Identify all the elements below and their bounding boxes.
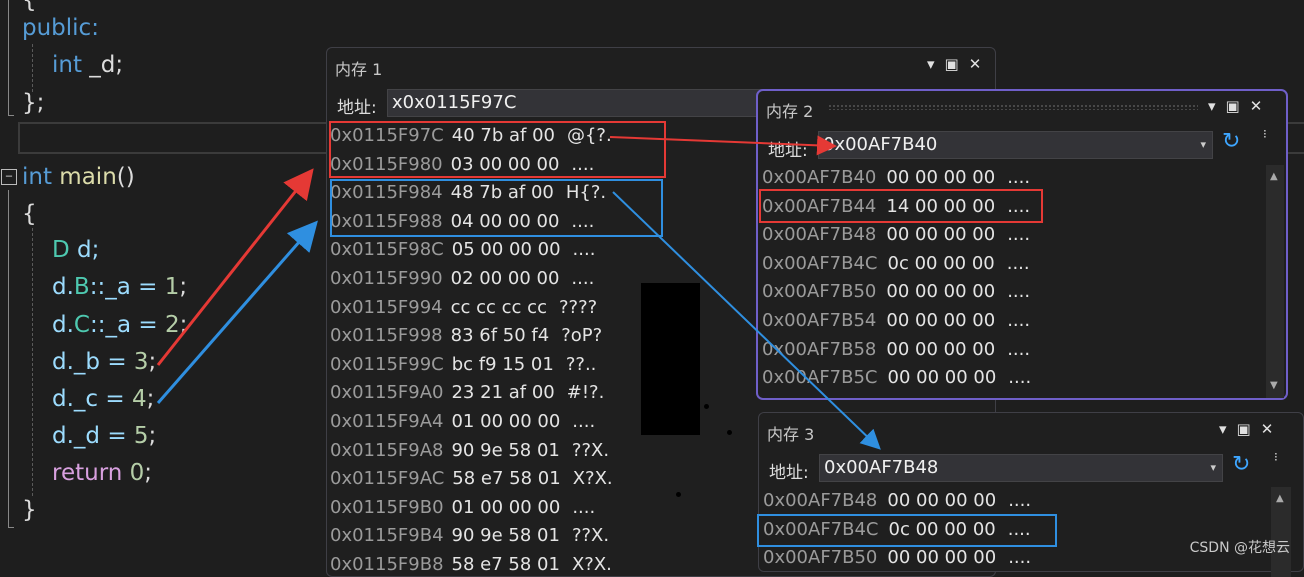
watermark: CSDN @花想云 [1189, 540, 1290, 556]
arrow-blue-vbptr [612, 191, 881, 450]
arrow-red-vbptr [609, 135, 837, 156]
annotation-arrows [156, 135, 881, 450]
arrow-red-b [156, 168, 314, 366]
arrow-blue-c [156, 220, 318, 404]
